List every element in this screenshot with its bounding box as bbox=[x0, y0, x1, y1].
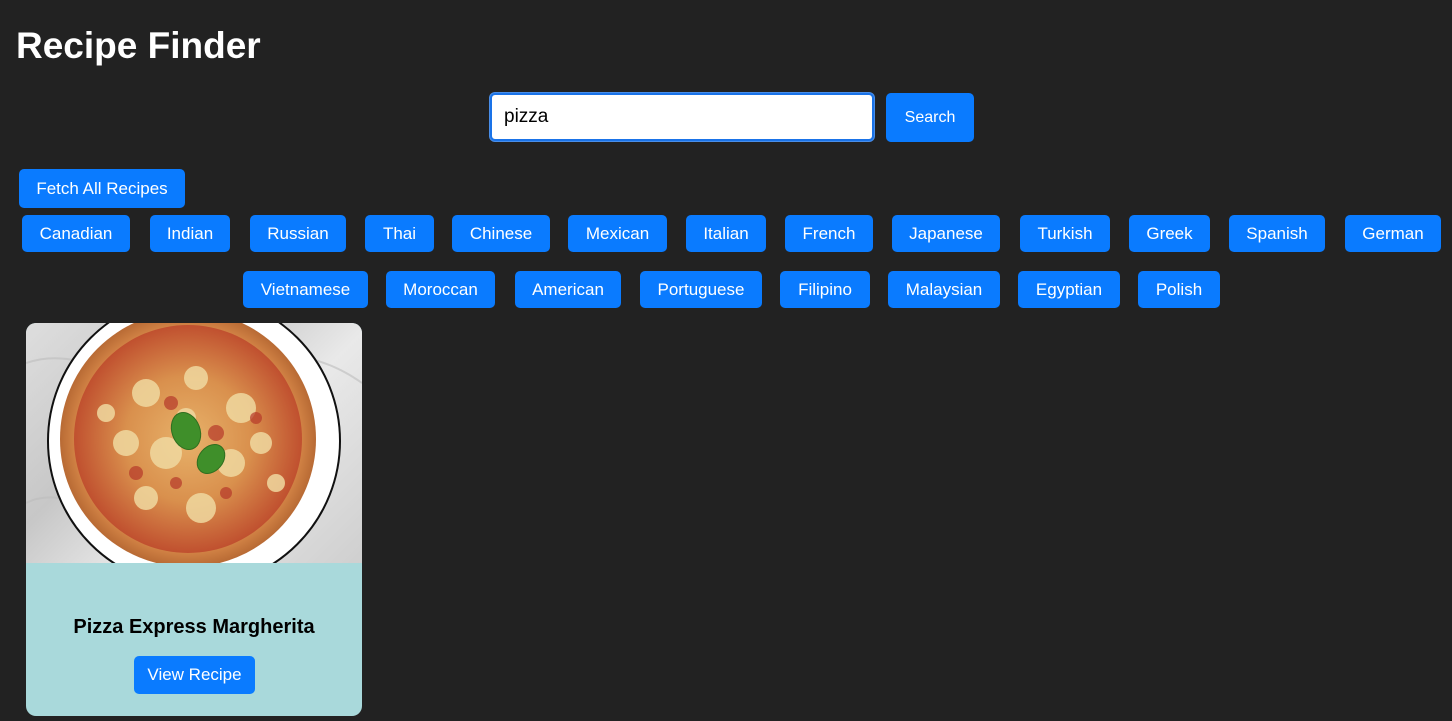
area-button-moroccan[interactable]: Moroccan bbox=[386, 271, 495, 308]
area-button-italian[interactable]: Italian bbox=[686, 215, 766, 252]
pizza-image bbox=[26, 323, 362, 563]
area-button-russian[interactable]: Russian bbox=[250, 215, 346, 252]
area-button-vietnamese[interactable]: Vietnamese bbox=[243, 271, 368, 308]
fetch-all-recipes-button[interactable]: Fetch All Recipes bbox=[19, 169, 185, 208]
view-recipe-button[interactable]: View Recipe bbox=[134, 656, 255, 694]
area-button-mexican[interactable]: Mexican bbox=[568, 215, 667, 252]
area-button-chinese[interactable]: Chinese bbox=[452, 215, 550, 252]
area-button-indian[interactable]: Indian bbox=[150, 215, 230, 252]
area-button-filipino[interactable]: Filipino bbox=[780, 271, 870, 308]
area-button-canadian[interactable]: Canadian bbox=[22, 215, 130, 252]
area-button-turkish[interactable]: Turkish bbox=[1020, 215, 1110, 252]
search-bar: Search bbox=[490, 93, 974, 142]
area-button-egyptian[interactable]: Egyptian bbox=[1018, 271, 1120, 308]
area-button-portuguese[interactable]: Portuguese bbox=[640, 271, 762, 308]
area-button-malaysian[interactable]: Malaysian bbox=[888, 271, 1000, 308]
search-button[interactable]: Search bbox=[886, 93, 974, 142]
pizza-illustration bbox=[26, 323, 362, 563]
search-input[interactable] bbox=[490, 93, 874, 141]
page-title: Recipe Finder bbox=[16, 25, 261, 66]
area-button-polish[interactable]: Polish bbox=[1138, 271, 1220, 308]
area-button-spanish[interactable]: Spanish bbox=[1229, 215, 1325, 252]
area-button-greek[interactable]: Greek bbox=[1129, 215, 1210, 252]
area-button-american[interactable]: American bbox=[515, 271, 621, 308]
area-button-thai[interactable]: Thai bbox=[365, 215, 434, 252]
recipe-name: Pizza Express Margherita bbox=[73, 616, 315, 638]
recipe-card: Pizza Express Margherita View Recipe bbox=[26, 323, 362, 716]
area-button-japanese[interactable]: Japanese bbox=[892, 215, 1000, 252]
area-button-french[interactable]: French bbox=[785, 215, 873, 252]
area-button-german[interactable]: German bbox=[1345, 215, 1441, 252]
